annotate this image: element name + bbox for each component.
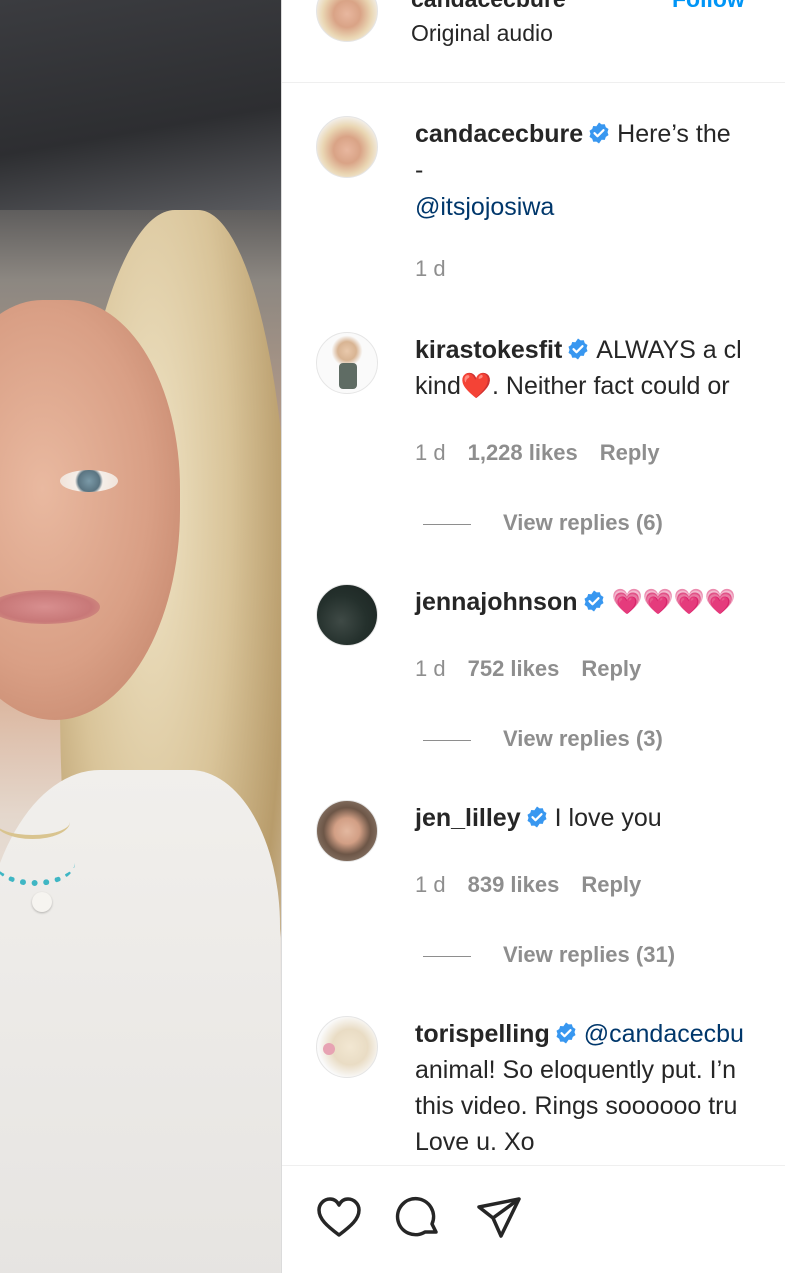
- video-eye: [60, 470, 118, 492]
- original-audio-link[interactable]: Original audio: [411, 20, 553, 47]
- header-avatar[interactable]: [316, 0, 378, 42]
- comment-text-line: Love u. Xo: [415, 1128, 535, 1156]
- header-username[interactable]: candacecbure: [411, 0, 566, 13]
- verified-badge-icon: [589, 122, 609, 144]
- verified-badge-icon: [556, 1022, 576, 1044]
- reply-button[interactable]: Reply: [581, 656, 641, 681]
- reply-button[interactable]: Reply: [600, 440, 660, 465]
- verified-badge-icon: [527, 806, 547, 828]
- view-replies-button[interactable]: View replies (6): [423, 510, 663, 536]
- comment-username[interactable]: jen_lilley: [415, 804, 521, 832]
- comments-panel: candacecbure Follow Original audio canda…: [281, 0, 785, 1273]
- comment-text-line: this video. Rings soooooo tru: [415, 1092, 738, 1120]
- comment-avatar[interactable]: [316, 800, 378, 862]
- comment-meta: 1 d: [415, 256, 468, 282]
- comment-text: Here’s the: [617, 120, 731, 148]
- send-icon[interactable]: [475, 1194, 523, 1242]
- comment-time: 1 d: [415, 256, 446, 281]
- comment-avatar[interactable]: [316, 584, 378, 646]
- comment-avatar[interactable]: [316, 116, 378, 178]
- comment-avatar[interactable]: [316, 332, 378, 394]
- mention-link[interactable]: @itsjojosiwa: [415, 193, 554, 221]
- comment-body: kirastokesfit ALWAYS a cl: [415, 332, 742, 368]
- comment-likes[interactable]: 752 likes: [468, 656, 560, 681]
- comment-text: I love you: [554, 804, 662, 832]
- comment-username[interactable]: kirastokesfit: [415, 336, 562, 364]
- replies-divider: [423, 955, 471, 957]
- view-replies-button[interactable]: View replies (31): [423, 942, 675, 968]
- video-pendant: [32, 892, 52, 912]
- comment-mention-line: @itsjojosiwa: [415, 189, 554, 225]
- heart-icon[interactable]: [315, 1194, 363, 1242]
- comment-text-line: kind❤️. Neither fact could or: [415, 368, 730, 404]
- comment-username[interactable]: jennajohnson: [415, 588, 578, 616]
- comment-body: jen_lilley I love you: [415, 800, 662, 836]
- comment-username[interactable]: candacecbure: [415, 120, 583, 148]
- replies-divider: [423, 523, 471, 525]
- red-heart-emoji: ❤️: [460, 372, 493, 400]
- comment-text-segment: . Neither fact could or: [492, 372, 730, 400]
- post-header: candacecbure Follow Original audio: [282, 0, 785, 83]
- comment-likes[interactable]: 839 likes: [468, 872, 560, 897]
- mention-link[interactable]: @candacecbu: [584, 1020, 744, 1048]
- verified-badge-icon: [584, 590, 603, 612]
- comment-meta: 1 d 1,228 likes Reply: [415, 440, 682, 466]
- comment-body: candacecbure Here’s the: [415, 116, 731, 152]
- comment-likes[interactable]: 1,228 likes: [468, 440, 578, 465]
- comment-meta: 1 d 752 likes Reply: [415, 656, 663, 682]
- comment-text-line: -: [415, 156, 424, 184]
- replies-divider: [423, 739, 471, 741]
- view-replies-label: View replies (31): [503, 942, 676, 967]
- comment-body: jennajohnson 💗💗💗💗: [415, 584, 736, 620]
- comment-time: 1 d: [415, 656, 446, 681]
- comment-text-line: animal! So eloquently put. I’n: [415, 1056, 737, 1084]
- comment-time: 1 d: [415, 872, 446, 897]
- video-car-ceiling: [0, 0, 281, 210]
- view-replies-button[interactable]: View replies (3): [423, 726, 663, 752]
- reply-button[interactable]: Reply: [581, 872, 641, 897]
- post-action-bar: [282, 1165, 785, 1273]
- verified-badge-icon: [568, 338, 588, 360]
- comment-text: 💗💗💗💗: [611, 588, 737, 616]
- comment-text: ALWAYS a cl: [596, 336, 742, 364]
- comment-body: torispelling @candacecbu: [415, 1016, 744, 1052]
- comment-avatar[interactable]: [316, 1016, 378, 1078]
- comment-username[interactable]: torispelling: [415, 1020, 550, 1048]
- view-replies-label: View replies (3): [503, 726, 663, 751]
- follow-button[interactable]: Follow: [672, 0, 745, 13]
- comment-time: 1 d: [415, 440, 446, 465]
- comment-icon[interactable]: [395, 1194, 443, 1242]
- comment-text-segment: kind: [415, 372, 461, 400]
- comment-meta: 1 d 839 likes Reply: [415, 872, 663, 898]
- view-replies-label: View replies (6): [503, 510, 663, 535]
- video-player[interactable]: [0, 0, 281, 1273]
